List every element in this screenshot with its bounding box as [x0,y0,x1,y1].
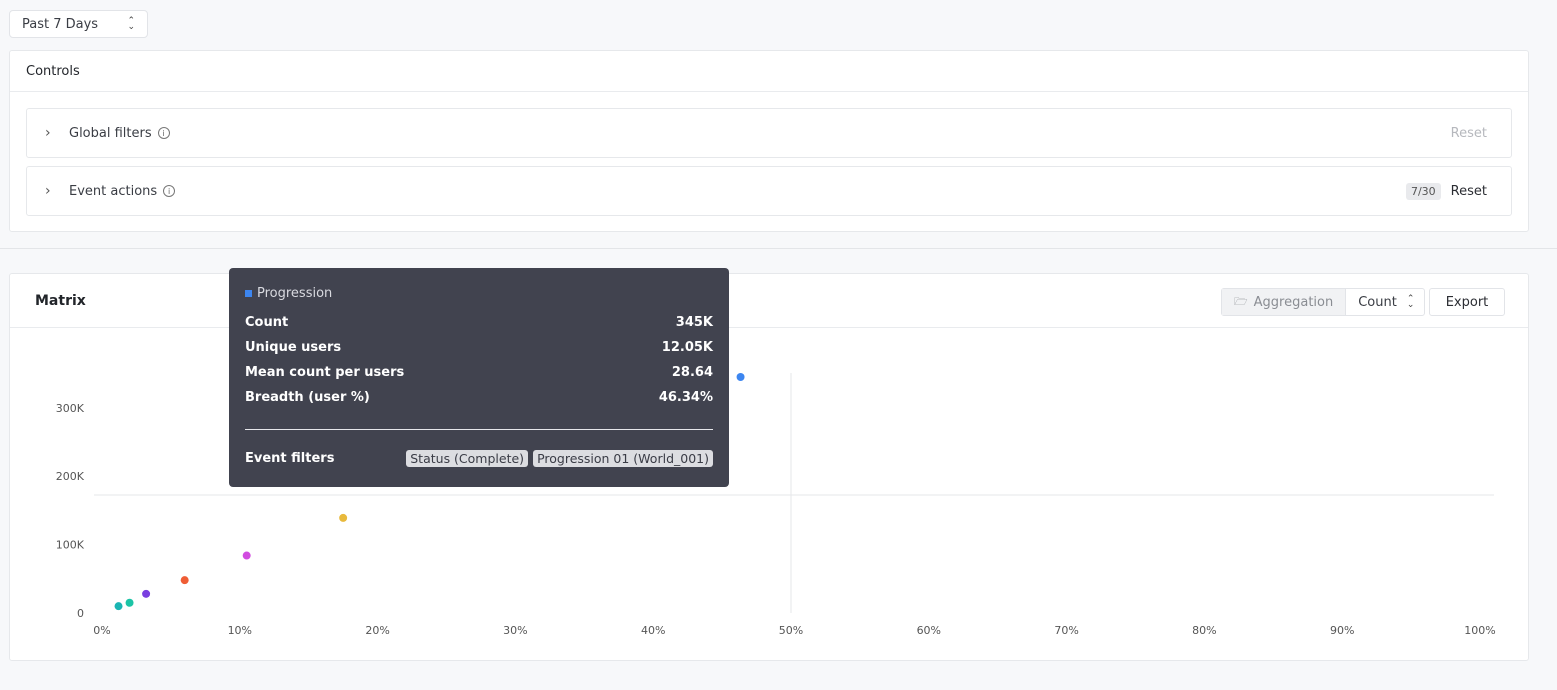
x-tick-label: 10% [228,624,252,637]
tooltip-row-value: 345K [675,315,713,330]
tooltip-filters-label: Event filters [245,451,335,466]
x-tick-label: 80% [1192,624,1216,637]
x-tick-label: 50% [779,624,803,637]
x-tick-label: 40% [641,624,665,637]
tooltip-row: Unique users 12.05K [245,340,713,355]
scatter-point [180,576,189,585]
chart-tooltip: Progression Count 345K Unique users 12.0… [229,268,729,487]
scatter-point [125,598,134,607]
tooltip-title: Progression [245,286,332,301]
y-tick-label: 200K [56,470,85,483]
tooltip-row-value: 46.34% [658,390,713,405]
scatter-point [736,373,745,381]
tooltip-title-text: Progression [257,286,333,301]
tooltip-separator [245,429,713,430]
scatter-point [339,513,348,522]
tooltip-filter-tag: Status (Complete) [406,450,529,467]
tooltip-series-swatch [245,290,252,297]
x-tick-label: 0% [93,624,110,637]
tooltip-row-value: 28.64 [671,365,713,380]
tooltip-filter-tag: Progression 01 (World_001) [533,450,713,467]
tooltip-row-label: Mean count per users [245,365,405,380]
tooltip-row-value: 12.05K [661,340,713,355]
tooltip-row-label: Count [245,315,289,330]
y-tick-label: 0 [77,607,84,620]
tooltip-row-label: Unique users [245,340,342,355]
x-tick-label: 20% [365,624,389,637]
y-tick-label: 300K [56,402,85,415]
y-tick-label: 100K [56,539,85,552]
x-tick-label: 30% [503,624,527,637]
tooltip-row: Breadth (user %) 46.34% [245,390,713,405]
x-tick-label: 60% [917,624,941,637]
x-tick-label: 100% [1464,624,1495,637]
tooltip-row: Mean count per users 28.64 [245,365,713,380]
x-tick-label: 70% [1054,624,1078,637]
tooltip-row: Count 345K [245,315,713,330]
tooltip-event-filters: Event filters Status (Complete) Progress… [245,450,713,467]
tooltip-row-label: Breadth (user %) [245,390,370,405]
scatter-point [242,551,251,560]
x-tick-label: 90% [1330,624,1354,637]
scatter-point [114,602,123,611]
scatter-point [142,589,151,598]
